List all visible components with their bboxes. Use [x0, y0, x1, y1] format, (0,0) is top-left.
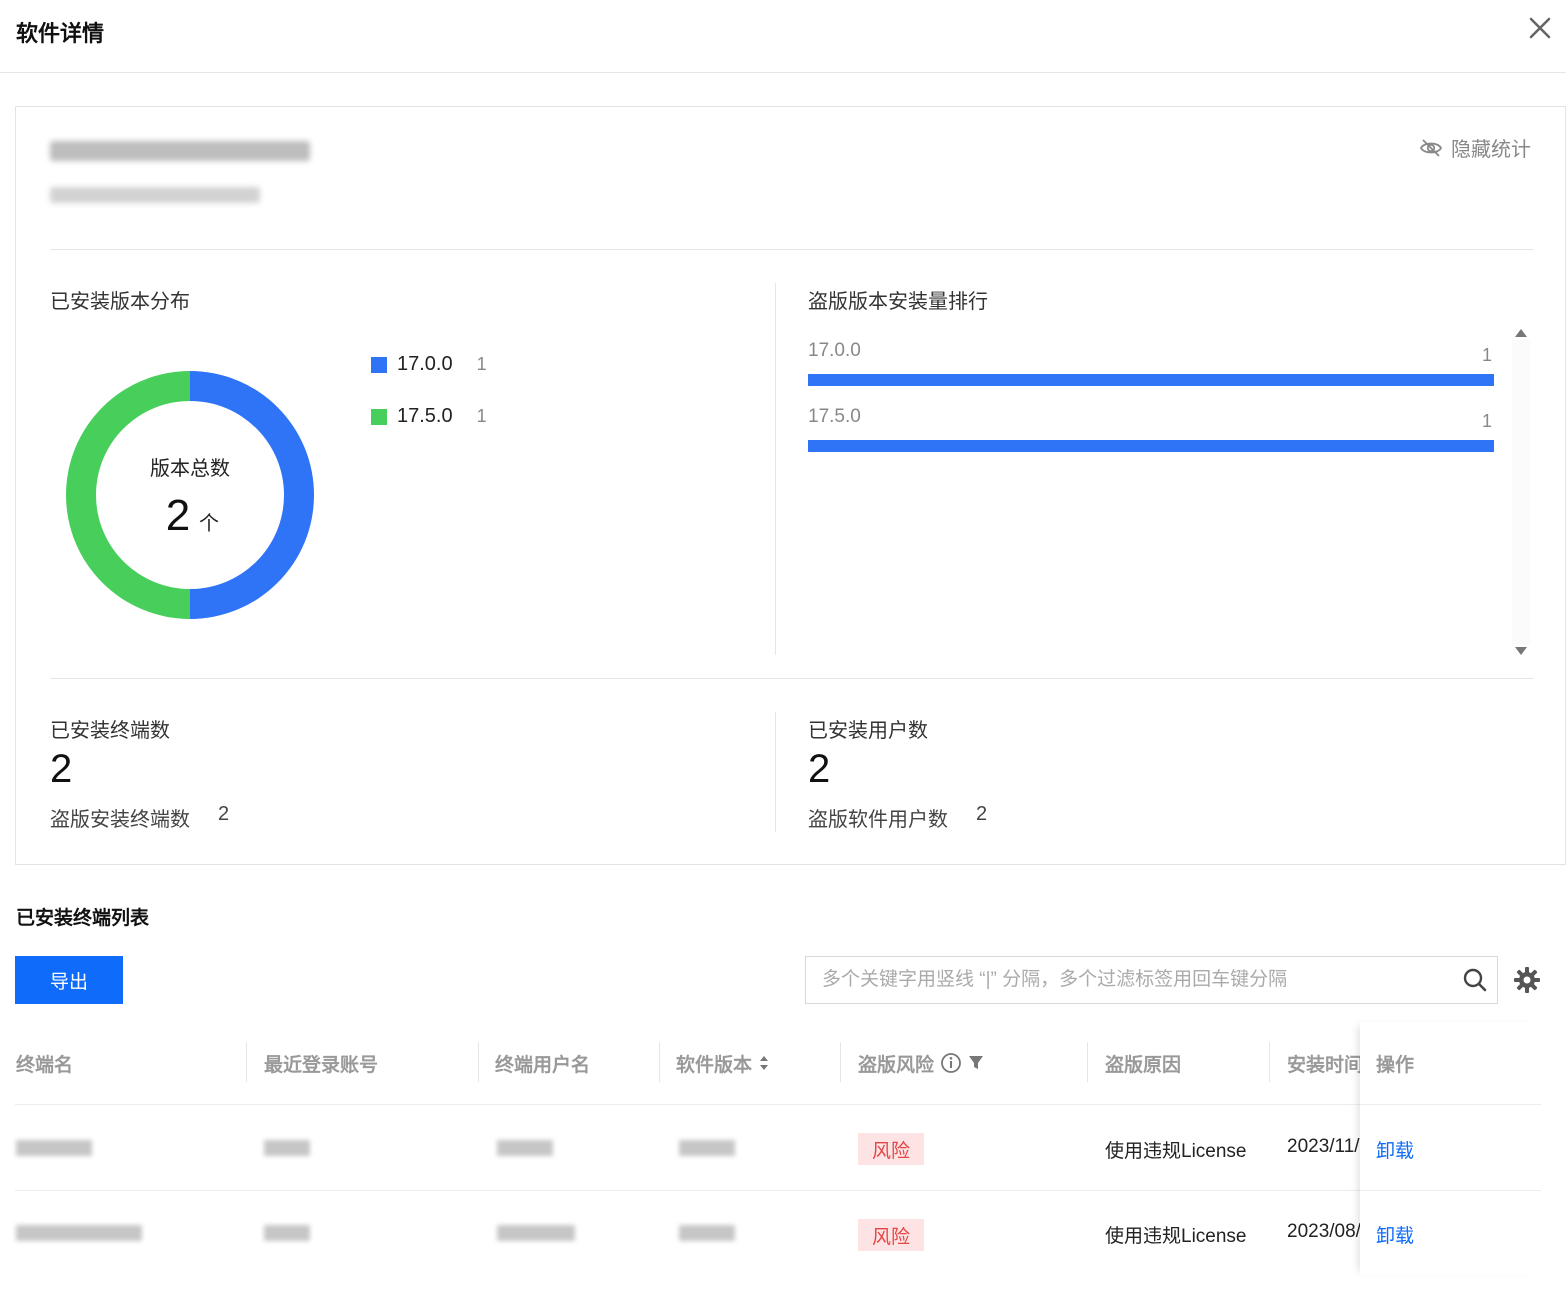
installed-users-value: 2 [808, 747, 831, 791]
legend-item-1: 17.5.0 1 [371, 405, 487, 428]
uninstall-link[interactable]: 卸载 [1376, 1136, 1414, 1163]
rank-bar-value: 1 [1482, 411, 1493, 431]
export-button[interactable]: 导出 [15, 956, 123, 1004]
column-header-install-time[interactable]: 安装时间 [1287, 1046, 1363, 1080]
legend-label: 17.5.0 [397, 405, 453, 427]
divider [50, 678, 1534, 679]
column-header-piracy-reason[interactable]: 盗版原因 [1105, 1046, 1181, 1080]
fixed-action-column: 操作 卸载 卸载 [1360, 1022, 1541, 1275]
pirated-users-label: 盗版软件用户数 [808, 809, 948, 831]
pirated-terminals-stat: 盗版安装终端数 2 [50, 803, 229, 832]
column-header-terminal-user[interactable]: 终端用户名 [495, 1046, 590, 1080]
legend-count: 1 [476, 406, 487, 426]
info-icon[interactable] [940, 1052, 962, 1074]
piracy-reason: 使用违规License [1105, 1226, 1247, 1247]
risk-badge: 风险 [858, 1133, 924, 1165]
pirated-users-stat: 盗版软件用户数 2 [808, 803, 987, 832]
version-donut-chart: 版本总数 2 个 [66, 371, 314, 619]
search-icon [1463, 968, 1487, 992]
rank-bar-value: 1 [1482, 345, 1493, 365]
hide-stats-label: 隐藏统计 [1451, 139, 1531, 161]
software-stats-card: 隐藏统计 已安装版本分布 版本总数 2 个 17.0.0 1 17.5.0 1 … [15, 106, 1566, 865]
installed-terminals-label: 已安装终端数 [50, 720, 170, 742]
column-divider [840, 1042, 841, 1082]
search-button[interactable] [1453, 957, 1497, 1003]
hide-stats-button[interactable]: 隐藏统计 [1419, 133, 1531, 162]
vertical-divider [775, 283, 776, 655]
rank-bar-track [808, 374, 1494, 386]
donut-center-label: 版本总数 [150, 457, 230, 480]
version-dist-title: 已安装版本分布 [50, 291, 190, 313]
donut-center-unit: 个 [199, 512, 219, 535]
column-header-last-login[interactable]: 最近登录账号 [264, 1046, 378, 1080]
rank-scrollbar[interactable] [1512, 329, 1530, 655]
installed-terminals-value: 2 [50, 747, 73, 791]
piracy-reason: 使用违规License [1105, 1141, 1247, 1162]
rank-bar-fill [808, 440, 1494, 452]
search-input[interactable] [806, 957, 1453, 1003]
column-divider [1087, 1042, 1088, 1082]
eye-off-icon [1419, 138, 1443, 157]
legend-label: 17.0.0 [397, 353, 453, 375]
uninstall-link[interactable]: 卸载 [1376, 1221, 1414, 1248]
terminal-name-redacted [16, 1140, 92, 1156]
rank-bar-label: 17.0.0 [808, 340, 861, 361]
column-divider [478, 1042, 479, 1082]
table-header-border [1360, 1104, 1541, 1105]
pirated-terminals-value: 2 [218, 803, 230, 825]
column-header-actions: 操作 [1376, 1054, 1415, 1076]
column-header-terminal[interactable]: 终端名 [16, 1046, 73, 1080]
donut-slice-17.0.0 [190, 371, 314, 619]
close-icon[interactable] [1526, 14, 1554, 42]
terminal-name-redacted [16, 1225, 142, 1241]
terminal-list-title: 已安装终端列表 [16, 908, 150, 929]
piracy-rank-title: 盗版版本安装量排行 [808, 291, 988, 313]
rank-bar-label: 17.5.0 [808, 406, 861, 427]
rank-bar-fill [808, 374, 1494, 386]
pirated-users-value: 2 [976, 803, 988, 825]
version-redacted [679, 1225, 735, 1241]
vertical-divider [775, 712, 776, 832]
pirated-terminals-label: 盗版安装终端数 [50, 809, 190, 831]
terminal-user-redacted [497, 1140, 553, 1156]
dialog-title: 软件详情 [16, 21, 105, 46]
sort-icon[interactable] [758, 1054, 770, 1072]
install-time: 2023/11/ [1287, 1136, 1360, 1157]
rank-bar-track [808, 440, 1494, 452]
column-divider [659, 1042, 660, 1082]
row-divider [15, 1190, 1541, 1191]
install-time: 2023/08/ [1287, 1221, 1361, 1242]
risk-badge: 风险 [858, 1219, 924, 1251]
dialog-header: 软件详情 [0, 0, 1566, 73]
version-redacted [679, 1140, 735, 1156]
software-name-redacted [50, 141, 310, 161]
scroll-up-icon[interactable] [1514, 327, 1528, 339]
row-divider [1360, 1190, 1541, 1191]
table-header-border [15, 1104, 1541, 1105]
column-divider [1269, 1042, 1270, 1082]
divider [50, 249, 1534, 250]
column-header-version[interactable]: 软件版本 [676, 1046, 770, 1080]
gear-icon[interactable] [1513, 966, 1541, 994]
column-divider [246, 1042, 247, 1082]
donut-center-value: 2 [166, 491, 190, 540]
last-login-redacted [264, 1140, 310, 1156]
search-box [805, 956, 1498, 1004]
legend-swatch [371, 408, 387, 425]
legend-count: 1 [476, 354, 487, 374]
column-header-piracy-risk[interactable]: 盗版风险 [858, 1046, 984, 1080]
terminal-user-redacted [497, 1225, 575, 1241]
scroll-down-icon[interactable] [1514, 645, 1528, 657]
filter-icon[interactable] [968, 1054, 984, 1072]
last-login-redacted [264, 1225, 310, 1241]
legend-swatch [371, 356, 387, 373]
software-vendor-redacted [50, 187, 260, 203]
legend-item-0: 17.0.0 1 [371, 353, 487, 376]
installed-users-label: 已安装用户数 [808, 720, 928, 742]
